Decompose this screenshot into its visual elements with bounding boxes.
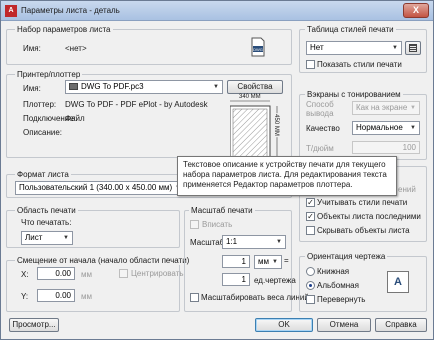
preview-height-label: 450 ММ xyxy=(272,113,279,137)
chevron-down-icon: ▼ xyxy=(213,84,219,90)
offset-x-unit: мм xyxy=(81,270,92,279)
paperspace-last-label: Объекты листа последними xyxy=(317,212,421,221)
shade-plot-value: Как на экране xyxy=(356,103,408,112)
offset-y-unit: мм xyxy=(81,292,92,301)
orientation-group-label: Ориентация чертежа xyxy=(305,252,388,261)
page-setup-dialog: A Параметры листа - деталь X Набор парам… xyxy=(0,0,434,340)
offset-y-input[interactable]: 0.00 xyxy=(37,289,75,302)
show-plot-styles-checkbox[interactable] xyxy=(306,60,315,69)
plot-style-value: Нет xyxy=(310,43,324,52)
portrait-radio[interactable] xyxy=(306,267,315,276)
title-bar[interactable]: A Параметры листа - деталь X xyxy=(1,1,433,21)
landscape-orientation-icon: A xyxy=(387,271,409,293)
scale-equals: = xyxy=(284,256,289,265)
fit-to-paper-checkbox[interactable] xyxy=(190,220,199,229)
close-button[interactable]: X xyxy=(403,3,429,18)
plotter-name-label: Имя: xyxy=(23,84,41,93)
plotter-value: DWG To PDF - PDF ePlot - by Autodesk xyxy=(65,100,208,109)
offset-y-label: Y: xyxy=(21,292,29,301)
help-button[interactable]: Справка xyxy=(375,318,427,332)
center-plot-label: Центрировать xyxy=(131,269,184,278)
cancel-button[interactable]: Отмена xyxy=(317,318,371,332)
shaded-viewport-group-label: Вэкраны с тонированием xyxy=(305,90,403,99)
plot-style-select[interactable]: Нет ▼ xyxy=(306,41,402,55)
scale-unit-select[interactable]: мм ▼ xyxy=(254,255,282,269)
chevron-down-icon: ▼ xyxy=(272,259,278,265)
ok-button[interactable]: OK xyxy=(255,318,313,332)
chevron-down-icon: ▼ xyxy=(63,235,69,241)
plotter-device-value: DWG To PDF.pc3 xyxy=(81,82,144,91)
autocad-icon: A xyxy=(5,5,17,17)
dpi-label: Т/дюйм xyxy=(306,144,334,153)
shade-plot-select[interactable]: Как на экране ▼ xyxy=(352,101,420,115)
hide-objects-label: Скрывать объекты листа xyxy=(317,226,410,235)
paper-preview: 340 ММ 450 ММ xyxy=(229,94,286,161)
properties-button[interactable]: Свойства xyxy=(227,80,283,94)
dwg-icon-text: DWG xyxy=(253,47,263,52)
plot-style-group-label: Таблица стилей печати xyxy=(305,25,396,34)
description-label: Описание: xyxy=(23,128,63,137)
paper-size-select[interactable]: Пользовательский 1 (340.00 x 450.00 мм) … xyxy=(15,181,185,195)
plotter-group-label: Принтер/плоттер xyxy=(15,70,83,79)
chevron-down-icon: ▼ xyxy=(276,239,282,245)
center-plot-checkbox[interactable] xyxy=(119,269,128,278)
edit-plot-style-button[interactable] xyxy=(405,41,421,55)
plot-options-partial-label: ений xyxy=(398,185,416,194)
scale-select[interactable]: 1:1 ▼ xyxy=(222,235,286,249)
show-plot-styles-label: Показать стили печати xyxy=(317,60,402,69)
paper-size-value: Пользовательский 1 (340.00 x 450.00 мм) xyxy=(19,183,173,192)
upside-down-checkbox[interactable] xyxy=(306,295,315,304)
scale-value2-input[interactable]: 1 xyxy=(222,273,250,286)
scale-value: 1:1 xyxy=(226,237,238,246)
hide-objects-checkbox[interactable] xyxy=(306,226,315,235)
shade-plot-label: Способ вывода xyxy=(306,100,334,118)
window-title: Параметры листа - деталь xyxy=(21,6,120,15)
upside-down-label: Перевернуть xyxy=(317,295,366,304)
drawing-units-label: ед.чертежа xyxy=(254,276,296,285)
printer-icon xyxy=(69,83,78,91)
offset-x-label: X: xyxy=(21,270,29,279)
what-to-plot-value: Лист xyxy=(25,233,43,242)
quality-value: Нормальное xyxy=(356,123,403,132)
plot-offset-group xyxy=(6,260,180,312)
scale-unit-value: мм xyxy=(258,257,269,266)
description-tooltip: Текстовое описание к устройству печати д… xyxy=(177,156,397,196)
plotter-label: Плоттер: xyxy=(23,100,57,109)
scale-value1-input[interactable]: 1 xyxy=(222,255,250,268)
orientation-icon-letter: A xyxy=(394,276,402,288)
chevron-down-icon: ▼ xyxy=(392,45,398,51)
connection-value: Файл xyxy=(65,114,85,123)
landscape-label: Альбомная xyxy=(317,281,359,290)
plot-offset-group-label: Смещение от начала (начало области печат… xyxy=(15,256,192,265)
quality-select[interactable]: Нормальное ▼ xyxy=(352,121,420,135)
plotter-device-select[interactable]: DWG To PDF.pc3 ▼ xyxy=(65,80,223,94)
paperspace-last-checkbox[interactable]: ✓ xyxy=(306,212,315,221)
page-setup-name-value: <нет> xyxy=(65,44,87,53)
preview-width-label: 340 ММ xyxy=(238,94,262,100)
fit-to-paper-label: Вписать xyxy=(202,220,233,229)
landscape-radio[interactable] xyxy=(306,281,315,290)
plot-scale-group-label: Масштаб печати xyxy=(189,206,255,215)
page-setup-group xyxy=(6,29,292,65)
portrait-label: Книжная xyxy=(317,267,350,276)
scale-lineweights-label: Масштабировать веса линий xyxy=(201,293,309,302)
chevron-down-icon: ▼ xyxy=(410,105,416,111)
what-to-plot-label: Что печатать: xyxy=(21,218,72,227)
plot-with-styles-label: Учитывать стили печати xyxy=(317,198,408,207)
offset-x-input[interactable]: 0.00 xyxy=(37,267,75,280)
scale-label: Масштаб: xyxy=(190,238,227,247)
paper-size-group-label: Формат листа xyxy=(15,170,71,179)
edit-table-icon xyxy=(409,44,417,52)
chevron-down-icon: ▼ xyxy=(410,125,416,131)
what-to-plot-select[interactable]: Лист ▼ xyxy=(21,231,73,245)
dpi-input[interactable]: 100 xyxy=(352,141,420,154)
scale-lineweights-checkbox[interactable] xyxy=(190,293,199,302)
preview-button[interactable]: Просмотр... xyxy=(9,318,59,332)
plot-with-styles-checkbox[interactable]: ✓ xyxy=(306,198,315,207)
page-setup-name-label: Имя: xyxy=(23,44,41,53)
dwg-file-icon: DWG xyxy=(251,37,265,57)
plot-area-group-label: Область печати xyxy=(15,206,78,215)
quality-label: Качество xyxy=(306,124,340,133)
page-setup-group-label: Набор параметров листа xyxy=(15,25,113,34)
